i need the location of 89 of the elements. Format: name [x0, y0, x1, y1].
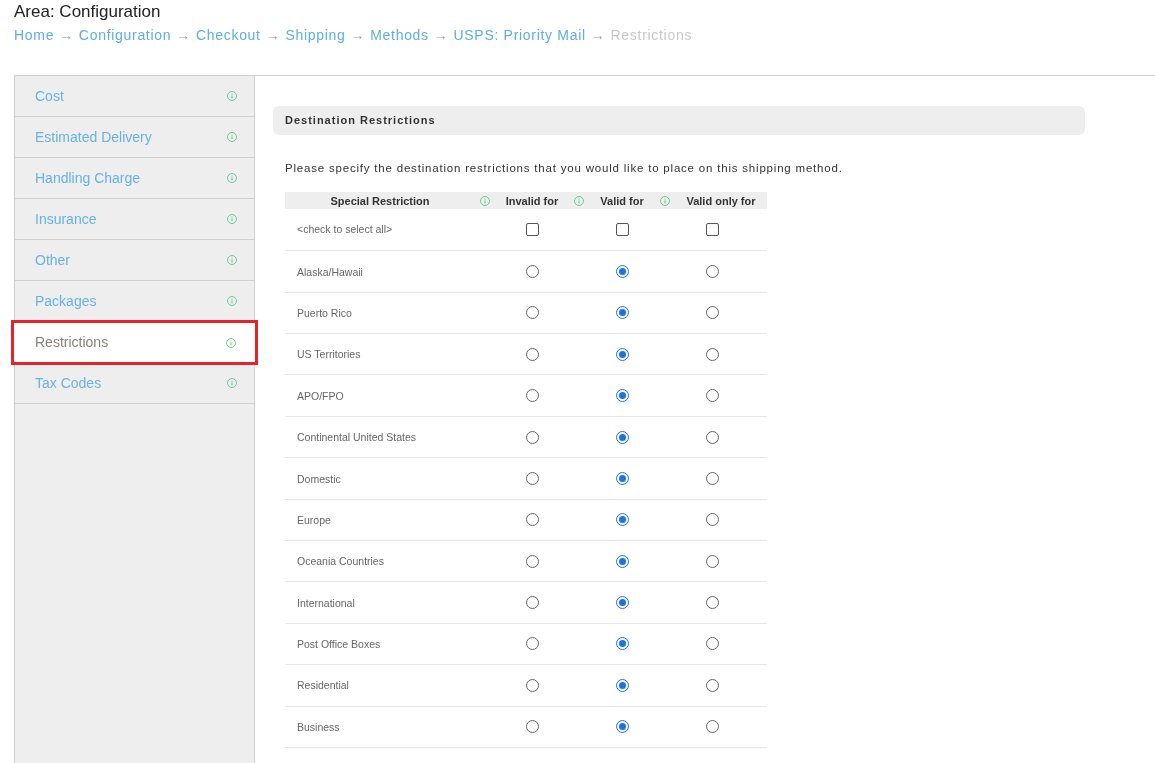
radio-button[interactable]: [615, 637, 629, 651]
sidebar-item[interactable]: Estimated Delivery: [15, 117, 254, 158]
radio-button[interactable]: [615, 678, 629, 692]
info-icon: [227, 173, 237, 183]
column-header: Invalid for: [504, 193, 560, 209]
breadcrumb-arrow: →: [433, 26, 449, 44]
radio-button[interactable]: [705, 389, 719, 403]
radio-button[interactable]: [705, 264, 719, 278]
radio-button[interactable]: [705, 306, 719, 320]
radio-button[interactable]: [615, 347, 629, 361]
radio-button[interactable]: [705, 637, 719, 651]
checkbox[interactable]: [705, 223, 719, 237]
page-title: Area: Configuration: [14, 2, 161, 22]
sidebar-item[interactable]: Restrictions: [11, 320, 258, 365]
info-icon: [227, 255, 237, 265]
info-icon: [227, 91, 237, 101]
radio-button[interactable]: [525, 637, 539, 651]
breadcrumb-arrow: →: [265, 26, 281, 44]
restriction-label: Puerto Rico: [296, 305, 352, 321]
description-text: Please specify the destination restrictions that you would like to place on this shipping method.: [285, 161, 843, 176]
radio-button[interactable]: [615, 720, 629, 734]
radio-button[interactable]: [525, 596, 539, 610]
info-icon: [480, 195, 490, 206]
column-header: Valid only for: [685, 193, 757, 209]
restriction-label: Post Office Boxes: [296, 637, 381, 653]
radio-button[interactable]: [525, 347, 539, 361]
restriction-label: Domestic: [296, 471, 341, 487]
radio-button[interactable]: [525, 430, 539, 444]
restriction-label: International: [296, 595, 355, 611]
restriction-label: US Territories: [296, 347, 361, 363]
radio-button[interactable]: [525, 513, 539, 527]
info-icon: [226, 337, 236, 348]
info-icon: [660, 195, 670, 206]
breadcrumb-arrow: →: [176, 26, 191, 44]
sidebar-item[interactable]: Other: [15, 240, 254, 281]
restriction-label: Europe: [296, 512, 331, 528]
sidebar-item[interactable]: Handling Charge: [15, 158, 254, 199]
panel-header: Destination Restrictions: [273, 106, 1085, 135]
sidebar-item[interactable]: Cost: [15, 76, 254, 117]
checkbox[interactable]: [615, 223, 629, 237]
breadcrumb-arrow: →: [350, 26, 366, 44]
checkbox[interactable]: [525, 223, 539, 237]
radio-button[interactable]: [615, 513, 629, 527]
radio-button[interactable]: [525, 306, 539, 320]
sidebar-item[interactable]: Tax Codes: [15, 363, 254, 404]
info-icon: [227, 378, 237, 388]
restriction-label: Oceania Countries: [296, 554, 384, 570]
radio-button[interactable]: [705, 430, 719, 444]
restriction-label: Business: [296, 719, 340, 735]
radio-button[interactable]: [525, 720, 539, 734]
sidebar-item[interactable]: Insurance: [15, 199, 254, 240]
radio-button[interactable]: [615, 471, 629, 485]
restriction-label: Residential: [296, 678, 349, 694]
breadcrumb-link[interactable]: Home: [14, 26, 55, 44]
radio-button[interactable]: [525, 264, 539, 278]
restriction-label: APO/FPO: [296, 388, 344, 404]
breadcrumb-link[interactable]: Methods: [370, 26, 429, 44]
info-icon: [227, 132, 237, 142]
breadcrumb-arrow: →: [59, 26, 74, 44]
radio-button[interactable]: [705, 596, 719, 610]
radio-button[interactable]: [525, 471, 539, 485]
radio-button[interactable]: [615, 306, 629, 320]
radio-button[interactable]: [615, 264, 629, 278]
radio-button[interactable]: [615, 554, 629, 568]
info-icon: [574, 195, 584, 206]
breadcrumb-link[interactable]: Shipping: [285, 26, 346, 44]
radio-button[interactable]: [705, 347, 719, 361]
radio-button[interactable]: [705, 720, 719, 734]
select-all-label: <check to select all>: [296, 221, 393, 237]
breadcrumb-link[interactable]: USPS: Priority Mail: [453, 26, 586, 44]
radio-button[interactable]: [525, 389, 539, 403]
radio-button[interactable]: [615, 389, 629, 403]
radio-button[interactable]: [525, 678, 539, 692]
column-header: Special Restriction: [329, 193, 431, 209]
restriction-label: Alaska/Hawaii: [296, 264, 363, 280]
breadcrumb-link[interactable]: Checkout: [195, 26, 261, 44]
column-header: Valid for: [599, 193, 645, 209]
info-icon: [227, 296, 237, 306]
breadcrumb-arrow: →: [590, 26, 606, 44]
breadcrumb-link[interactable]: Configuration: [78, 26, 172, 44]
radio-button[interactable]: [615, 430, 629, 444]
radio-button[interactable]: [615, 596, 629, 610]
radio-button[interactable]: [705, 471, 719, 485]
radio-button[interactable]: [705, 513, 719, 527]
info-icon: [227, 214, 237, 224]
radio-button[interactable]: [705, 554, 719, 568]
radio-button[interactable]: [525, 554, 539, 568]
restriction-label: Continental United States: [296, 430, 417, 446]
radio-button[interactable]: [705, 678, 719, 692]
